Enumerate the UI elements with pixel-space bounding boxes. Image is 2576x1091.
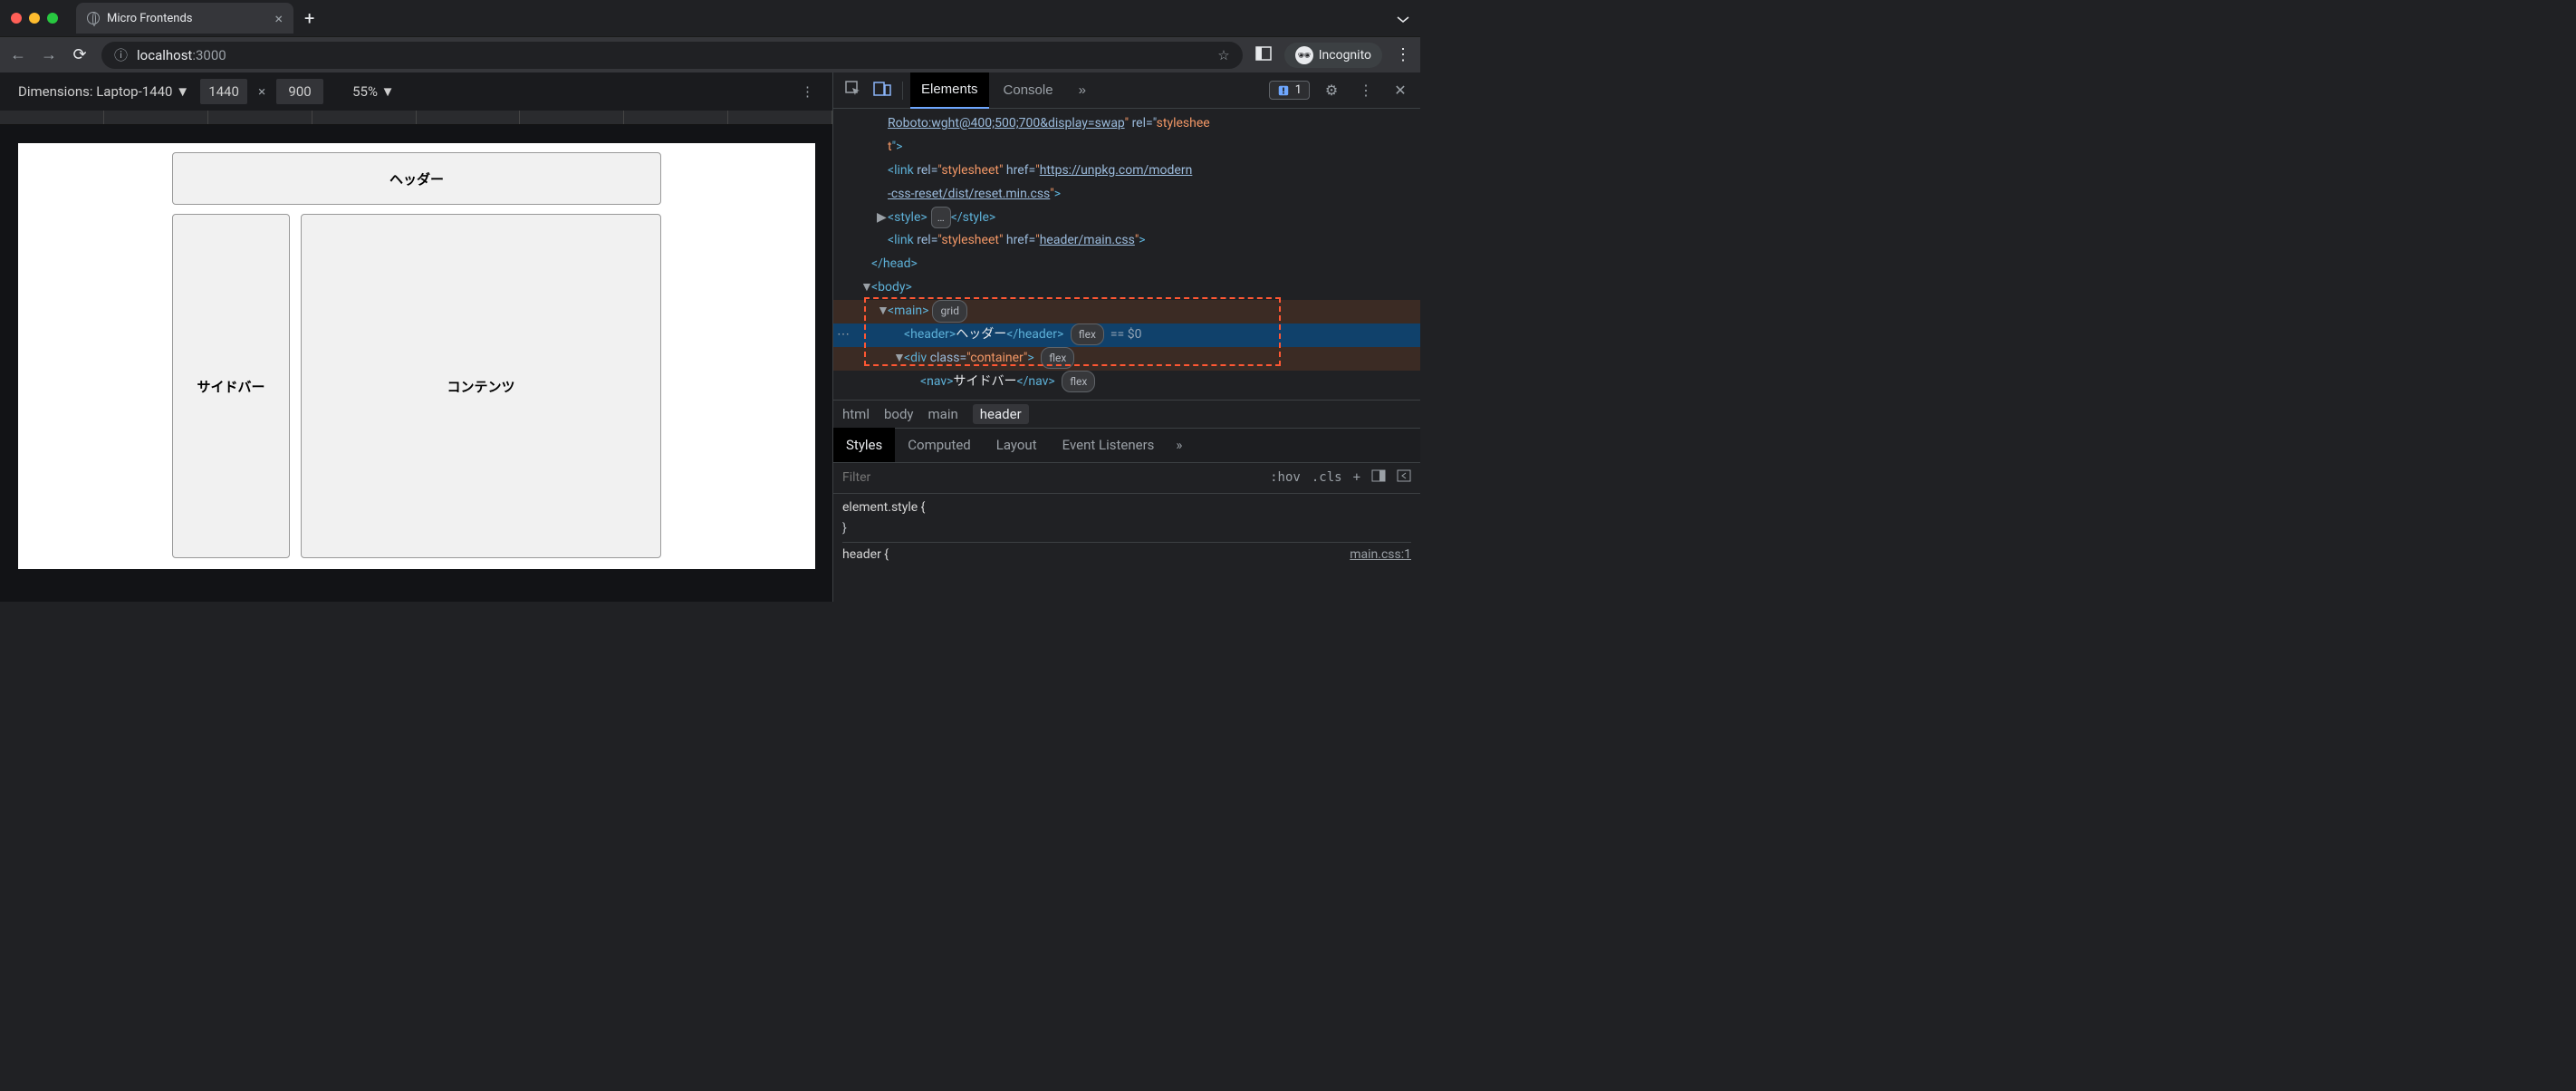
rule-source-link[interactable]: main.css:1: [1350, 545, 1411, 566]
minimize-window-icon[interactable]: [29, 13, 40, 24]
globe-icon: [87, 12, 100, 24]
incognito-icon: 🕶: [1295, 46, 1313, 64]
device-height-input[interactable]: [276, 79, 323, 104]
tab-computed[interactable]: Computed: [895, 428, 984, 462]
dom-tree[interactable]: Roboto:wght@400;500;700&display=swap" re…: [833, 109, 1420, 400]
back-icon[interactable]: ←: [9, 45, 27, 64]
forward-icon[interactable]: →: [40, 45, 58, 64]
browser-menu-icon[interactable]: ⋮: [1395, 45, 1411, 64]
dimension-times: ×: [258, 83, 265, 100]
url-toolbar: ← → ⟳ ⓘ localhost:3000 ☆ 🕶 Incognito ⋮: [0, 36, 1420, 72]
styles-filter-input[interactable]: [842, 470, 1259, 485]
tab-more-icon[interactable]: »: [1068, 72, 1097, 109]
computed-panel-icon[interactable]: [1371, 469, 1386, 486]
tab-console[interactable]: Console: [993, 72, 1064, 109]
dom-line[interactable]: ▼<body>: [833, 276, 1420, 300]
dom-breadcrumb[interactable]: html body main header: [833, 400, 1420, 429]
devtools-tabbar: Elements Console » 1 ⚙ ⋮ ✕: [833, 72, 1420, 109]
bookmark-star-icon[interactable]: ☆: [1217, 47, 1229, 63]
new-rule-icon[interactable]: +: [1353, 470, 1360, 485]
rule-element-style[interactable]: element.style {: [842, 500, 925, 515]
settings-gear-icon[interactable]: ⚙: [1319, 82, 1344, 99]
crumb-body[interactable]: body: [884, 406, 914, 422]
device-toggle-icon[interactable]: [870, 82, 895, 100]
browser-tab[interactable]: Micro Frontends ×: [76, 3, 293, 34]
styles-rules[interactable]: element.style { } header {main.css:1: [833, 494, 1420, 570]
site-info-icon[interactable]: ⓘ: [114, 45, 128, 64]
traffic-lights: [11, 13, 58, 24]
dom-line[interactable]: ▶<style>…</style>: [833, 207, 1420, 230]
inspect-icon[interactable]: [841, 81, 866, 101]
close-tab-icon[interactable]: ×: [274, 10, 283, 27]
tab-title: Micro Frontends: [107, 12, 193, 25]
page-sidebar-box: サイドバー: [172, 214, 290, 558]
issues-badge[interactable]: 1: [1269, 81, 1310, 100]
styles-more-icon[interactable]: »: [1167, 437, 1191, 453]
window-expand-icon[interactable]: [1397, 10, 1409, 27]
browser-tabbar: Micro Frontends × +: [76, 3, 1397, 34]
device-width-input[interactable]: [200, 79, 247, 104]
styles-filter-row: :hov .cls +: [833, 463, 1420, 494]
url-field[interactable]: ⓘ localhost:3000 ☆: [101, 42, 1243, 69]
incognito-label: Incognito: [1319, 48, 1371, 63]
dom-line[interactable]: -css-reset/dist/reset.min.css">: [833, 183, 1420, 207]
dom-line[interactable]: t">: [833, 136, 1420, 159]
crumb-header[interactable]: header: [973, 404, 1029, 424]
page-header-box: ヘッダー: [172, 152, 661, 205]
dom-line[interactable]: Roboto:wght@400;500;700&display=swap" re…: [833, 112, 1420, 136]
hov-toggle[interactable]: :hov: [1270, 470, 1301, 485]
viewport-area: ヘッダー サイドバー コンテンツ: [0, 125, 832, 602]
page-viewport[interactable]: ヘッダー サイドバー コンテンツ: [18, 143, 815, 569]
maximize-window-icon[interactable]: [47, 13, 58, 24]
rule-header[interactable]: header {: [842, 547, 889, 562]
url-rest: :3000: [192, 47, 226, 63]
dom-line-selected[interactable]: ⋯<header>ヘッダー</header> flex == $0: [833, 323, 1420, 347]
device-preview-pane: Dimensions: Laptop-1440 ▼ × 55% ▼ ⋮ ヘッダー…: [0, 72, 833, 602]
devtools-pane: Elements Console » 1 ⚙ ⋮ ✕ Roboto:wght@4…: [833, 72, 1420, 602]
devtools-menu-icon[interactable]: ⋮: [1353, 82, 1379, 99]
crumb-html[interactable]: html: [842, 406, 870, 422]
sidebar-toggle-icon[interactable]: [1397, 469, 1411, 486]
window-titlebar: Micro Frontends × +: [0, 0, 1420, 36]
reload-icon[interactable]: ⟳: [71, 45, 89, 64]
device-toolbar: Dimensions: Laptop-1440 ▼ × 55% ▼ ⋮: [0, 72, 832, 111]
dom-line[interactable]: <link rel="stylesheet" href="header/main…: [833, 229, 1420, 253]
dom-line[interactable]: <link rel="stylesheet" href="https://unp…: [833, 159, 1420, 183]
page-content-box: コンテンツ: [301, 214, 661, 558]
new-tab-button[interactable]: +: [304, 7, 314, 29]
dom-line-main[interactable]: ▼<main>grid: [833, 300, 1420, 323]
dom-line[interactable]: </head>: [833, 253, 1420, 276]
url-host: localhost: [137, 47, 192, 63]
incognito-badge: 🕶 Incognito: [1284, 43, 1382, 68]
dom-line[interactable]: ▼<div class="container"> flex: [833, 347, 1420, 371]
device-ruler: [0, 111, 832, 125]
panel-icon[interactable]: [1255, 46, 1272, 64]
cls-toggle[interactable]: .cls: [1312, 470, 1342, 485]
devtools-close-icon[interactable]: ✕: [1388, 82, 1413, 99]
tab-elements[interactable]: Elements: [910, 72, 989, 109]
crumb-main[interactable]: main: [928, 406, 958, 422]
styles-tabbar: Styles Computed Layout Event Listeners »: [833, 429, 1420, 463]
tab-styles[interactable]: Styles: [833, 428, 895, 462]
tab-layout[interactable]: Layout: [984, 428, 1050, 462]
tab-event-listeners[interactable]: Event Listeners: [1050, 428, 1168, 462]
close-window-icon[interactable]: [11, 13, 22, 24]
device-more-icon[interactable]: ⋮: [801, 83, 814, 100]
device-select[interactable]: Dimensions: Laptop-1440 ▼: [18, 83, 189, 100]
zoom-select[interactable]: 55% ▼: [352, 83, 394, 100]
dom-line[interactable]: <nav>サイドバー</nav> flex: [833, 371, 1420, 394]
